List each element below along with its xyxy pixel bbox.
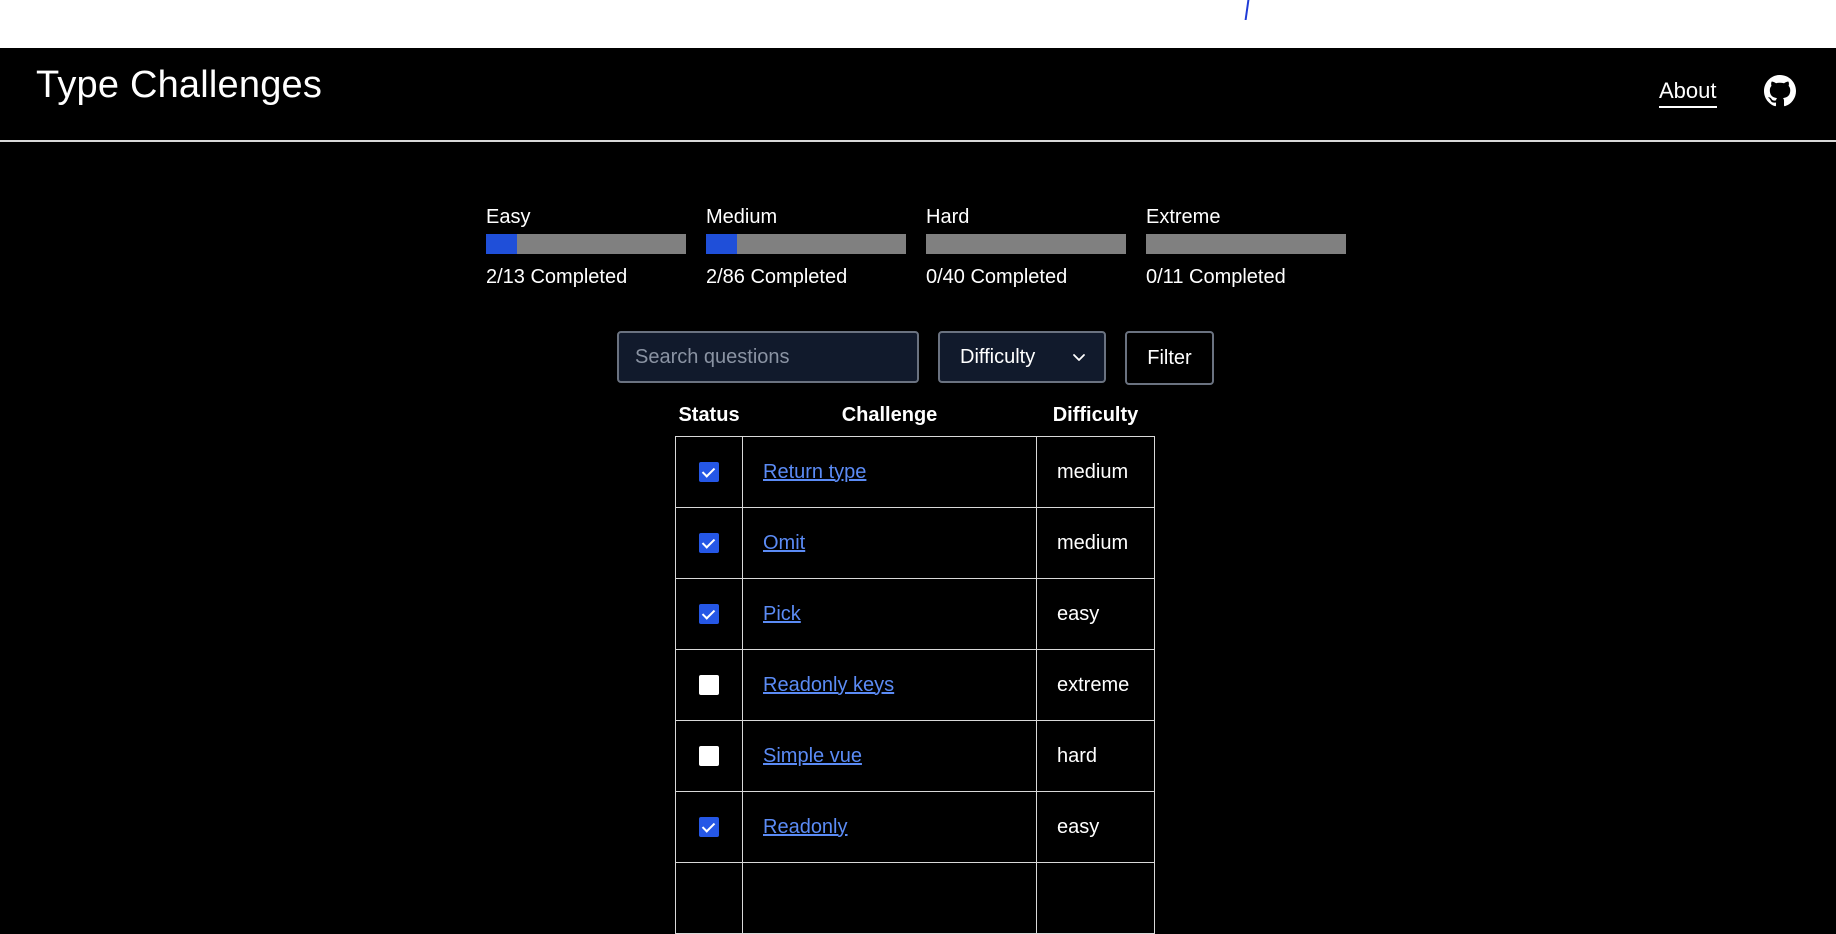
table-row: Readonly keys extreme bbox=[675, 649, 1155, 721]
difficulty-dropdown[interactable]: Difficulty bbox=[938, 331, 1106, 383]
header-status: Status bbox=[678, 404, 740, 426]
header-difficulty: Difficulty bbox=[1052, 404, 1139, 426]
status-checkbox[interactable] bbox=[699, 817, 719, 838]
challenge-link[interactable]: Omit bbox=[763, 532, 805, 554]
challenge-cell: Return type bbox=[742, 436, 1037, 508]
status-cell bbox=[675, 649, 743, 721]
chevron-down-icon bbox=[1073, 354, 1085, 361]
progress-label: Easy bbox=[486, 206, 531, 228]
progress-count: 2/13 Completed bbox=[486, 266, 628, 288]
status-cell bbox=[675, 791, 743, 863]
progress-label: Extreme bbox=[1146, 206, 1221, 228]
status-checkbox[interactable] bbox=[699, 746, 719, 767]
progress-count: 0/11 Completed bbox=[1146, 266, 1286, 288]
challenge-cell: Readonly keys bbox=[742, 649, 1037, 721]
progress-bar bbox=[926, 234, 1126, 254]
github-icon[interactable] bbox=[1764, 75, 1796, 107]
difficulty-dropdown-label: Difficulty bbox=[960, 345, 1036, 368]
status-cell bbox=[675, 720, 743, 792]
status-checkbox[interactable] bbox=[699, 533, 719, 554]
challenge-cell: Readonly bbox=[742, 791, 1037, 863]
status-cell bbox=[675, 507, 743, 579]
table-row: Pick easy bbox=[675, 578, 1155, 650]
table-row: Return type medium bbox=[675, 436, 1155, 508]
status-cell bbox=[675, 578, 743, 650]
about-link[interactable]: About bbox=[1659, 78, 1717, 108]
table-row bbox=[675, 862, 1155, 934]
challenge-cell bbox=[742, 862, 1037, 934]
status-checkbox[interactable] bbox=[699, 462, 719, 483]
challenge-link[interactable]: Return type bbox=[763, 461, 866, 483]
challenge-cell: Pick bbox=[742, 578, 1037, 650]
status-cell bbox=[675, 862, 743, 934]
table-row: Simple vue hard bbox=[675, 720, 1155, 792]
difficulty-cell bbox=[1036, 862, 1155, 934]
challenge-cell: Omit bbox=[742, 507, 1037, 579]
progress-bar-fill bbox=[706, 234, 737, 254]
progress-bar bbox=[1146, 234, 1346, 254]
progress-bar-fill bbox=[486, 234, 517, 254]
challenge-link[interactable]: Readonly keys bbox=[763, 674, 894, 696]
difficulty-cell: hard bbox=[1036, 720, 1155, 792]
filter-button[interactable]: Filter bbox=[1125, 331, 1214, 385]
progress-bar bbox=[486, 234, 686, 254]
table-row: Readonly easy bbox=[675, 791, 1155, 863]
table-header-row: Status Challenge Difficulty bbox=[676, 404, 1155, 437]
site-title[interactable]: Type Challenges bbox=[36, 64, 322, 107]
progress-easy: Easy 2/13 Completed bbox=[486, 204, 686, 289]
challenge-link[interactable]: Pick bbox=[763, 603, 801, 625]
difficulty-cell: medium bbox=[1036, 436, 1155, 508]
header-challenge: Challenge bbox=[841, 404, 938, 426]
difficulty-cell: easy bbox=[1036, 791, 1155, 863]
text-cursor-icon bbox=[1244, 0, 1250, 20]
site-header: Type Challenges About bbox=[0, 48, 1836, 142]
status-checkbox[interactable] bbox=[699, 675, 719, 696]
progress-label: Hard bbox=[926, 206, 970, 228]
difficulty-cell: easy bbox=[1036, 578, 1155, 650]
progress-bar bbox=[706, 234, 906, 254]
challenge-table: Status Challenge Difficulty Return type m… bbox=[675, 404, 1155, 934]
progress-summary: Easy 2/13 Completed Medium 2/86 Complete… bbox=[486, 204, 1362, 294]
search-input[interactable] bbox=[617, 331, 919, 383]
progress-medium: Medium 2/86 Completed bbox=[706, 204, 906, 289]
status-checkbox[interactable] bbox=[699, 604, 719, 625]
filter-controls: Difficulty Filter bbox=[0, 331, 1836, 385]
difficulty-cell: medium bbox=[1036, 507, 1155, 579]
progress-label: Medium bbox=[706, 206, 778, 228]
progress-hard: Hard 0/40 Completed bbox=[926, 204, 1126, 289]
progress-count: 0/40 Completed bbox=[926, 266, 1068, 288]
progress-extreme: Extreme 0/11 Completed bbox=[1146, 204, 1346, 289]
table-row: Omit medium bbox=[675, 507, 1155, 579]
challenge-cell: Simple vue bbox=[742, 720, 1037, 792]
browser-top-strip bbox=[0, 0, 1836, 48]
difficulty-cell: extreme bbox=[1036, 649, 1155, 721]
progress-count: 2/86 Completed bbox=[706, 266, 848, 288]
challenge-link[interactable]: Simple vue bbox=[763, 745, 862, 767]
status-cell bbox=[675, 436, 743, 508]
challenge-link[interactable]: Readonly bbox=[763, 816, 848, 838]
